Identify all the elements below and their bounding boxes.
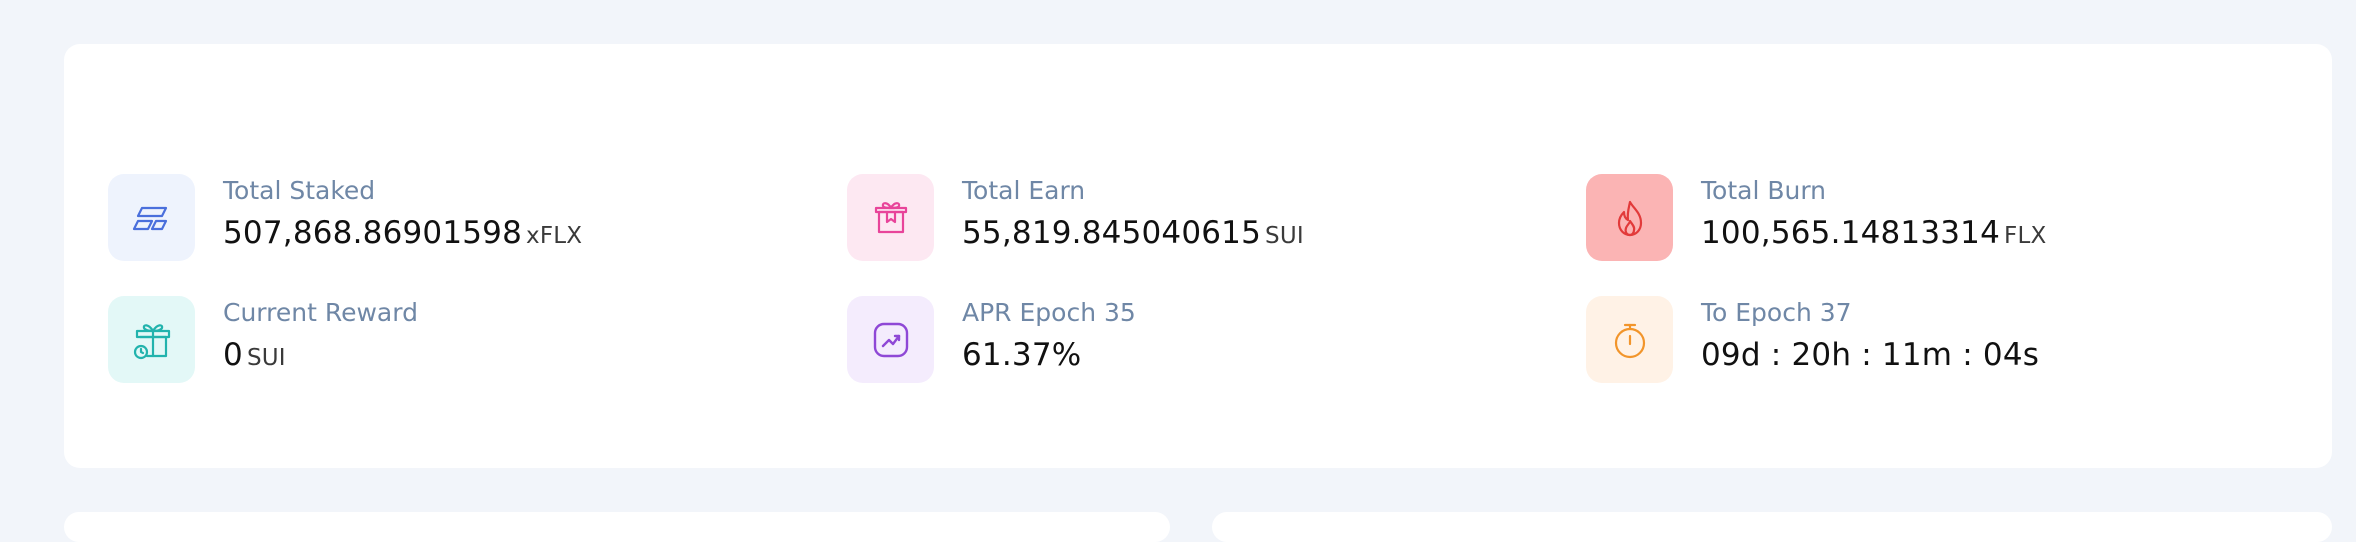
stat-value: 55,819.845040615 SUI <box>962 215 1304 251</box>
trend-up-icon <box>847 296 934 383</box>
stat-unit: SUI <box>246 345 286 371</box>
stats-card: Total Staked 507,868.86901598 xFLX Total … <box>64 44 2332 468</box>
stat-label: Total Earn <box>962 176 1086 205</box>
stat-epoch-countdown: To Epoch 37 09d : 20h : 11m : 04s <box>1586 296 2286 386</box>
stat-total-burn: Total Burn 100,565.14813314 FLX <box>1586 174 2286 264</box>
stat-value: 61.37% <box>962 337 1082 373</box>
stat-total-staked: Total Staked 507,868.86901598 xFLX <box>108 174 808 264</box>
bottom-card-right <box>1212 512 2332 542</box>
stat-unit: SUI <box>1265 223 1304 249</box>
stat-current-reward: Current Reward 0 SUI <box>108 296 808 386</box>
stat-unit: FLX <box>2004 223 2047 249</box>
stat-value: 09d : 20h : 11m : 04s <box>1701 337 2040 373</box>
stat-apr: APR Epoch 35 61.37% <box>847 296 1547 386</box>
stat-label: Total Burn <box>1701 176 1827 205</box>
stat-label: Total Staked <box>223 176 376 205</box>
stat-label: Current Reward <box>223 298 418 327</box>
stat-label: To Epoch 37 <box>1701 298 1852 327</box>
stat-unit: xFLX <box>526 223 583 249</box>
stat-value: 100,565.14813314 FLX <box>1701 215 2047 251</box>
gift-box-icon <box>847 174 934 261</box>
stat-value: 507,868.86901598 xFLX <box>223 215 583 251</box>
staked-icon <box>108 174 195 261</box>
stat-label: APR Epoch 35 <box>962 298 1136 327</box>
gift-icon <box>108 296 195 383</box>
stats-grid: Total Staked 507,868.86901598 xFLX Total … <box>108 174 2328 394</box>
stat-total-earn: Total Earn 55,819.845040615 SUI <box>847 174 1547 264</box>
stat-value: 0 SUI <box>223 337 286 373</box>
stopwatch-icon <box>1586 296 1673 383</box>
bottom-card-left <box>64 512 1170 542</box>
flame-icon <box>1586 174 1673 261</box>
